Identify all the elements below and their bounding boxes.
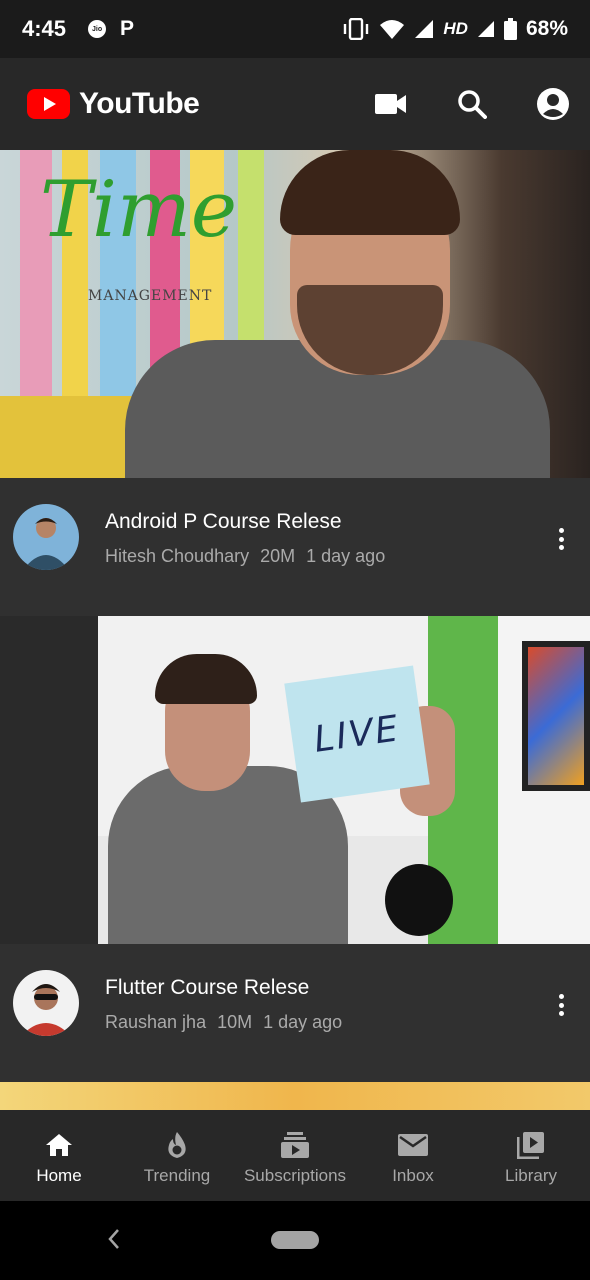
battery-icon <box>503 18 517 40</box>
youtube-play-icon <box>27 89 70 119</box>
wifi-icon <box>380 20 405 39</box>
app-bar: YouTube <box>0 58 590 150</box>
channel-name[interactable]: Hitesh Choudhary <box>105 546 249 566</box>
video-title[interactable]: Android P Course Relese <box>105 510 391 534</box>
library-icon <box>516 1130 546 1160</box>
more-options-icon[interactable] <box>552 524 570 554</box>
video-info[interactable]: Flutter Course Relese Raushan jha 10M 1 … <box>0 944 590 1082</box>
p-notification-icon: P <box>120 17 135 40</box>
nav-label: Trending <box>143 1166 211 1185</box>
nav-item-inbox[interactable]: Inbox <box>354 1110 472 1201</box>
battery-percent: 68% <box>525 17 568 40</box>
video-camera-icon[interactable] <box>374 87 408 121</box>
nav-item-subscriptions[interactable]: Subscriptions <box>236 1110 354 1201</box>
home-icon <box>44 1130 74 1160</box>
inbox-icon <box>398 1130 428 1160</box>
video-thumbnail[interactable]: LIVE <box>0 616 590 944</box>
youtube-logo[interactable]: YouTube <box>27 87 200 121</box>
video-feed[interactable]: Time MANAGEMENT Android P Course Relese … <box>0 150 590 1110</box>
nav-label: Subscriptions <box>243 1166 347 1185</box>
upload-age: 1 day ago <box>263 1012 343 1032</box>
network-hd-label: HD <box>443 19 468 38</box>
nav-label: Inbox <box>392 1166 434 1185</box>
subscriptions-icon <box>280 1130 310 1160</box>
more-options-icon[interactable] <box>552 990 570 1020</box>
bottom-nav: Home Trending Subscriptions Inbox Librar… <box>0 1110 590 1201</box>
video-subtitle: Hitesh Choudhary 20M 1 day ago <box>105 546 391 567</box>
video-info[interactable]: Android P Course Relese Hitesh Choudhary… <box>0 478 590 616</box>
nav-label: Home <box>36 1166 82 1185</box>
signal-icon <box>415 20 434 38</box>
thumbnail-title-text: Time <box>40 165 238 255</box>
nav-item-trending[interactable]: Trending <box>118 1110 236 1201</box>
jio-icon: Jio <box>88 20 107 38</box>
channel-name[interactable]: Raushan jha <box>105 1012 206 1032</box>
vibrate-icon <box>344 18 369 40</box>
nav-label: Library <box>505 1166 557 1185</box>
home-pill-button[interactable] <box>271 1231 319 1249</box>
search-icon[interactable] <box>455 87 489 121</box>
nav-item-home[interactable]: Home <box>0 1110 118 1201</box>
thumbnail-subtitle-text: MANAGEMENT <box>88 288 213 304</box>
system-nav-bar <box>0 1201 590 1280</box>
thumbnail-title-text: LIVE <box>311 707 403 761</box>
video-subtitle: Raushan jha 10M 1 day ago <box>105 1012 348 1033</box>
nav-item-library[interactable]: Library <box>472 1110 590 1201</box>
video-title[interactable]: Flutter Course Relese <box>105 976 348 1000</box>
view-count: 10M <box>217 1012 253 1032</box>
status-time: 4:45 <box>22 16 67 41</box>
upload-age: 1 day ago <box>306 546 386 566</box>
channel-avatar[interactable] <box>13 970 79 1036</box>
logo-text: YouTube <box>79 87 200 120</box>
trending-icon <box>162 1130 192 1160</box>
channel-avatar[interactable] <box>13 504 79 570</box>
signal-icon-2 <box>477 21 494 37</box>
video-thumbnail[interactable] <box>0 1082 590 1110</box>
view-count: 20M <box>260 546 296 566</box>
video-thumbnail[interactable]: Time MANAGEMENT <box>0 150 590 478</box>
account-icon[interactable] <box>536 87 570 121</box>
back-icon[interactable] <box>104 1227 124 1251</box>
status-bar: 4:45 Jio P HD 68% <box>0 0 590 58</box>
